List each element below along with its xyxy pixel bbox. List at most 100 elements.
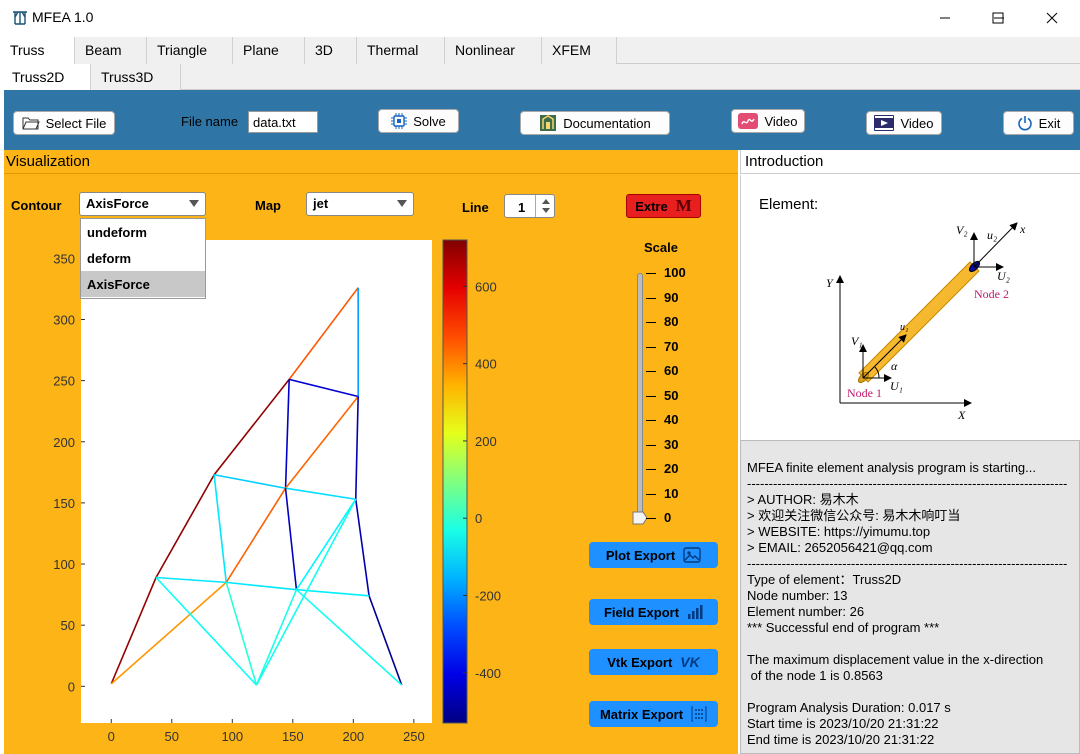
element-diagram: V₂ u₂ x U₂ Node 2 Y u₁ V₁ α Node 1 U₁ X [826,222,1026,422]
maximize-icon [992,12,1004,24]
log-line: ----------------------------------------… [747,556,1068,571]
diagram-U1: U₁ [890,379,903,393]
scale-tick-label: 10 [664,485,679,501]
output-log: MFEA finite element analysis program is … [740,440,1080,754]
log-line: ----------------------------------------… [747,476,1068,491]
scale-tick-label: 30 [664,436,679,452]
contour-dropdown: undeform deform AxisForce [80,218,206,299]
solve-button[interactable]: Solve [378,109,459,133]
log-line: MFEA finite element analysis program is … [747,460,1037,475]
visualization-title: Visualization [6,153,90,170]
scale-tick-label: 70 [664,338,679,354]
matrix-export-button[interactable]: Matrix Export [589,701,718,727]
diagram-u1: u₁ [900,322,908,333]
line-label: Line [462,200,489,215]
tab-truss[interactable]: Truss [0,37,75,64]
video-button-2[interactable]: Video [866,111,942,135]
scale-tick-mark [646,371,656,372]
scale-label: Scale [644,240,678,255]
video-button-1[interactable]: Video [731,109,805,133]
tab-xfem[interactable]: XFEM [542,37,617,64]
sub-tab-bar: Truss2D Truss3D [0,64,1080,90]
close-button[interactable] [1029,0,1075,36]
diagram-node1: Node 1 [847,386,882,400]
introduction-title: Introduction [745,153,824,170]
field-export-label: Field Export [603,604,680,620]
file-name-input[interactable] [248,111,318,133]
scale-tick-label: 80 [664,314,679,329]
tab-3d[interactable]: 3D [305,37,357,64]
line-value: 1 [518,200,526,215]
tab-truss2d[interactable]: Truss2D [0,64,91,90]
field-export-button[interactable]: Field Export [589,599,718,625]
log-line: > AUTHOR: 易木木 [747,492,859,507]
diagram-X: X [957,408,966,422]
scale-slider-track[interactable] [637,273,643,520]
dropdown-option-undeform[interactable]: undeform [81,219,205,245]
contour-label: Contour [11,198,62,213]
line-spinner[interactable]: 1 [504,194,555,218]
select-file-label: Select File [45,115,107,131]
tab-thermal[interactable]: Thermal [357,37,445,64]
scale-tick-mark [646,346,656,348]
scale-tick-mark [646,493,656,495]
scale-tick-mark [646,297,656,299]
matrix-export-label: Matrix Export [599,706,684,722]
vk-icon: VK [680,654,700,670]
tab-truss3d[interactable]: Truss3D [91,64,181,90]
map-select[interactable]: jet [306,192,414,216]
log-line: Node number: 13 [747,588,848,603]
scale-tick-label: 50 [664,387,679,403]
diagram-u2: u₂ [987,228,997,242]
documentation-button[interactable]: Documentation [520,111,670,135]
minimize-icon [940,17,950,19]
map-label: Map [255,198,281,213]
dropdown-option-deform[interactable]: deform [81,245,205,271]
log-line: of the node 1 is 0.8563 [747,668,883,683]
file-name-label: File name [181,114,239,129]
minimize-button-2[interactable] [922,0,968,36]
main-tab-bar: Truss Beam Triangle Plane 3D Thermal Non… [0,37,1080,64]
dropdown-option-axisforce[interactable]: AxisForce [81,271,205,297]
scale-tick-mark [646,420,656,421]
scale-tick-mark [646,518,656,519]
contour-select[interactable]: AxisForce [79,192,206,216]
exit-button[interactable]: Exit [1003,111,1074,135]
scale-tick-mark [646,322,656,323]
extre-label: Extre [635,198,668,214]
title-bar [0,0,1080,36]
tab-beam[interactable]: Beam [75,37,147,64]
diagram-node2: Node 2 [974,287,1009,301]
maximize-button[interactable] [975,0,1021,36]
diagram-v2: V₂ [956,223,968,237]
log-line: > WEBSITE: https://yimumu.top [747,524,931,539]
select-file-button[interactable]: Select File [13,111,115,135]
vtk-export-button[interactable]: Vtk Export VK [589,649,718,675]
scale-tick-mark [646,469,656,470]
tab-triangle[interactable]: Triangle [147,37,233,64]
spinner-down-icon[interactable] [541,207,551,215]
scale-tick-mark [646,273,656,274]
scale-tick-label: 20 [664,461,679,476]
tab-plane[interactable]: Plane [233,37,305,64]
plot-area [81,240,432,723]
close-icon [1046,12,1058,24]
solve-label: Solve [413,113,446,129]
app-icon [13,11,27,25]
toolbar: Select File File name Solve Documentatio… [4,90,1080,150]
exit-label: Exit [1038,115,1061,131]
extre-button[interactable]: Extre M [626,194,701,218]
folder-icon [22,117,40,130]
video-label-1: Video [764,113,798,129]
scale-tick-mark [646,444,656,446]
window-title: MFEA 1.0 [32,9,94,25]
chip-icon [391,113,408,129]
spinner-up-icon[interactable] [541,197,551,205]
tab-nonlinear[interactable]: Nonlinear [445,37,542,64]
log-line: The maximum displacement value in the x-… [747,652,1044,667]
plot-export-button[interactable]: Plot Export [589,542,718,568]
scale-tick-label: 0 [664,510,672,525]
map-value: jet [313,196,329,211]
scale-tick-mark [646,395,656,397]
